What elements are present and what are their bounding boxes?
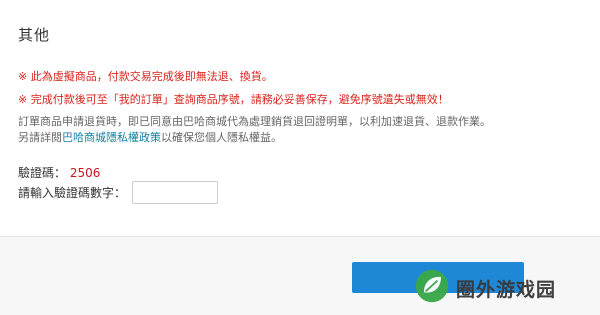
section-title: 其他 — [18, 26, 51, 44]
notice-no-return: ※ 此為虛擬商品，付款交易完成後即無法退、換貨。 — [18, 70, 273, 83]
notice-serial-number: ※ 完成付款後可至「我的訂單」查詢商品序號，請務必妥善保存，避免序號遺失或無效！ — [18, 93, 449, 106]
info-line-2-suffix: 以確保您個人隱私權益。 — [161, 131, 282, 144]
info-line-1: 訂單商品申請退貨時，即已同意由巴哈商城代為處理銷貨退回證明單，以利加速退貨、退款… — [18, 115, 491, 128]
captcha-input-row: 請輸入驗證碼數字： — [18, 180, 219, 204]
info-line-2: 另請詳閱巴哈商城隱私權政策以確保您個人隱私權益。 — [18, 130, 491, 146]
captcha-input-label: 請輸入驗證碼數字： — [18, 185, 127, 200]
captcha-display: 驗證碼： 2506 — [18, 164, 100, 181]
watermark-text: 圈外游戏园 — [456, 278, 557, 301]
captcha-label: 驗證碼： — [18, 166, 67, 180]
leaf-logo-icon — [414, 268, 450, 308]
privacy-policy-link[interactable]: 巴哈商城隱私權政策 — [62, 131, 161, 144]
watermark: 圈外游戏园 — [414, 268, 556, 308]
captcha-input[interactable] — [132, 180, 219, 204]
return-policy-info: 訂單商品申請退貨時，即已同意由巴哈商城代為處理銷貨退回證明單，以利加速退貨、退款… — [18, 114, 491, 146]
captcha-code: 2506 — [69, 166, 101, 180]
info-line-2-prefix: 另請詳閱 — [18, 131, 62, 144]
